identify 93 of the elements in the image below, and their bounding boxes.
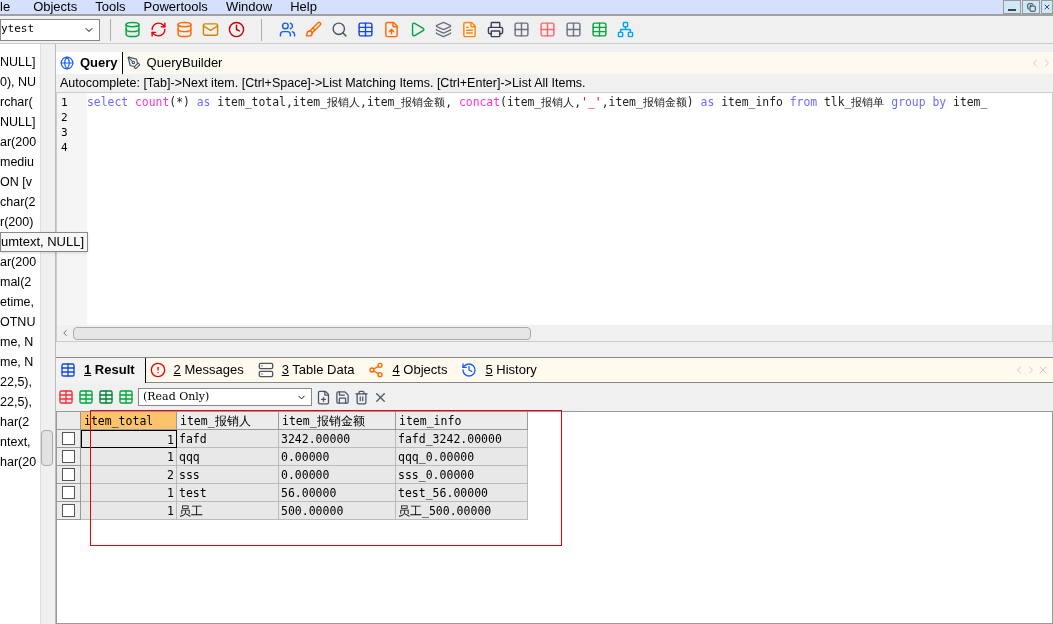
menu-item[interactable]: Tools xyxy=(86,0,135,14)
table-cell: 员工_500.00000 xyxy=(396,502,528,520)
table-cell: 1 xyxy=(81,484,177,502)
table-cell: 0.00000 xyxy=(279,466,396,484)
table-cell: 500.00000 xyxy=(279,502,396,520)
row-checkbox[interactable] xyxy=(62,432,75,445)
table-cell: qqq_0.00000 xyxy=(396,448,528,466)
column-definition[interactable]: etime, xyxy=(0,292,35,312)
column-definition[interactable]: har(2 xyxy=(0,412,30,432)
column-definition[interactable]: mal(2 xyxy=(0,272,32,292)
table-cell: 员工 xyxy=(177,502,279,520)
table-cell: test_56.00000 xyxy=(396,484,528,502)
editor-tab[interactable]: QueryBuilder xyxy=(122,52,227,74)
result-tab[interactable]: 5 History xyxy=(457,357,547,383)
result-tab[interactable]: 2 Messages xyxy=(145,357,254,383)
table-cell: 1 xyxy=(81,430,177,448)
result-mode-dropdown[interactable]: (Read Only) xyxy=(138,388,312,406)
row-checkbox[interactable] xyxy=(62,486,75,499)
delete-icon[interactable] xyxy=(354,389,369,405)
column-definition[interactable]: NULL] xyxy=(0,52,36,72)
minimize-icon xyxy=(1008,9,1016,11)
editor-tab[interactable]: Query xyxy=(56,52,123,74)
scrollbar-thumb[interactable] xyxy=(73,326,531,340)
menu-item[interactable]: Window xyxy=(216,0,282,14)
close-icon xyxy=(1043,3,1051,11)
horizontal-scrollbar[interactable] xyxy=(57,325,1052,341)
table-cell: test xyxy=(177,484,279,502)
sql-statement: select count(*) as item_total,item_报销人,item_报销金额, concat(item_报销人,'_',item_报销金额) as item_info from tlk_报销单 group by item_ xyxy=(87,95,988,109)
table-icon[interactable] xyxy=(58,389,74,405)
column-definition[interactable]: mediu xyxy=(0,152,35,172)
result-tab[interactable]: 4 Objects xyxy=(364,357,458,383)
table-cell: 3242.00000 xyxy=(279,430,396,448)
table-icon[interactable] xyxy=(78,389,94,405)
column-definition[interactable]: ON [v xyxy=(0,172,32,192)
tooltip: umtext, NULL] xyxy=(0,232,88,252)
row-checkbox[interactable] xyxy=(62,504,75,517)
table-cell: 2 xyxy=(81,466,177,484)
clock-icon xyxy=(461,362,478,378)
column-header[interactable]: item_info xyxy=(396,412,528,430)
line-number: 2 xyxy=(61,110,69,125)
table-cell: 1 xyxy=(81,502,177,520)
result-tab[interactable]: 3 Table Data xyxy=(253,357,365,383)
close-button[interactable] xyxy=(1041,0,1053,14)
table-cell: 0.00000 xyxy=(279,448,396,466)
column-definition[interactable]: me, N xyxy=(0,332,34,352)
database-icon xyxy=(257,362,274,378)
table-icon xyxy=(60,362,76,378)
column-definition[interactable]: r(200) xyxy=(0,212,34,232)
column-definition[interactable]: har(20 xyxy=(0,452,37,472)
column-definition[interactable]: 0), NU xyxy=(0,72,37,92)
alert-icon xyxy=(149,362,166,378)
menu-item[interactable]: Powertools xyxy=(134,0,217,14)
restore-button[interactable] xyxy=(1022,0,1040,14)
table-cell: sss xyxy=(177,466,279,484)
line-number: 4 xyxy=(61,140,69,155)
table-cell: 56.00000 xyxy=(279,484,396,502)
column-definition[interactable]: ar(200 xyxy=(0,132,37,152)
column-header[interactable]: item_报销人 xyxy=(177,412,279,430)
row-checkbox[interactable] xyxy=(62,468,75,481)
column-header[interactable]: item_报销金额 xyxy=(279,412,396,430)
restore-icon xyxy=(1026,2,1036,12)
save-icon[interactable] xyxy=(335,389,350,405)
column-definition[interactable]: char(2 xyxy=(0,192,36,212)
column-definition[interactable]: NULL] xyxy=(0,112,36,132)
menu-item[interactable]: le xyxy=(0,0,25,14)
column-definition[interactable]: rchar( xyxy=(0,92,33,112)
table-cell: fafd xyxy=(177,430,279,448)
line-number: 1 xyxy=(61,95,69,110)
menu-item[interactable]: Help xyxy=(281,0,326,14)
minimize-button[interactable] xyxy=(1003,0,1021,14)
connection-dropdown[interactable]: ytest xyxy=(0,18,100,41)
table-cell: fafd_3242.00000 xyxy=(396,430,528,448)
column-definition[interactable]: 22,5), xyxy=(0,392,32,412)
scroll-left-icon[interactable] xyxy=(60,328,70,338)
result-tab[interactable]: 1 Result xyxy=(56,357,146,383)
pen-icon xyxy=(126,56,141,70)
table-cell: 1 xyxy=(81,448,177,466)
globe-icon xyxy=(60,56,74,70)
row-checkbox[interactable] xyxy=(62,450,75,463)
menu-item[interactable]: Objects xyxy=(24,0,87,14)
column-definition[interactable]: ntext, xyxy=(0,432,31,452)
table-cell: qqq xyxy=(177,448,279,466)
add-row-icon[interactable] xyxy=(316,389,331,405)
table-cell: sss_0.00000 xyxy=(396,466,528,484)
table-icon[interactable] xyxy=(118,389,134,405)
autocomplete-hint: Autocomplete: [Tab]->Next item. [Ctrl+Space]->List Matching Items. [Ctrl+Enter]->List All Items. xyxy=(59,75,587,92)
column-definition[interactable]: OTNU xyxy=(0,312,36,332)
table-icon[interactable] xyxy=(98,389,114,405)
line-number: 3 xyxy=(61,125,69,140)
column-definition[interactable]: 22,5), xyxy=(0,372,32,392)
column-definition[interactable]: me, N xyxy=(0,352,34,372)
column-definition[interactable]: ar(200 xyxy=(0,252,37,272)
scrollbar-thumb[interactable] xyxy=(41,430,53,466)
